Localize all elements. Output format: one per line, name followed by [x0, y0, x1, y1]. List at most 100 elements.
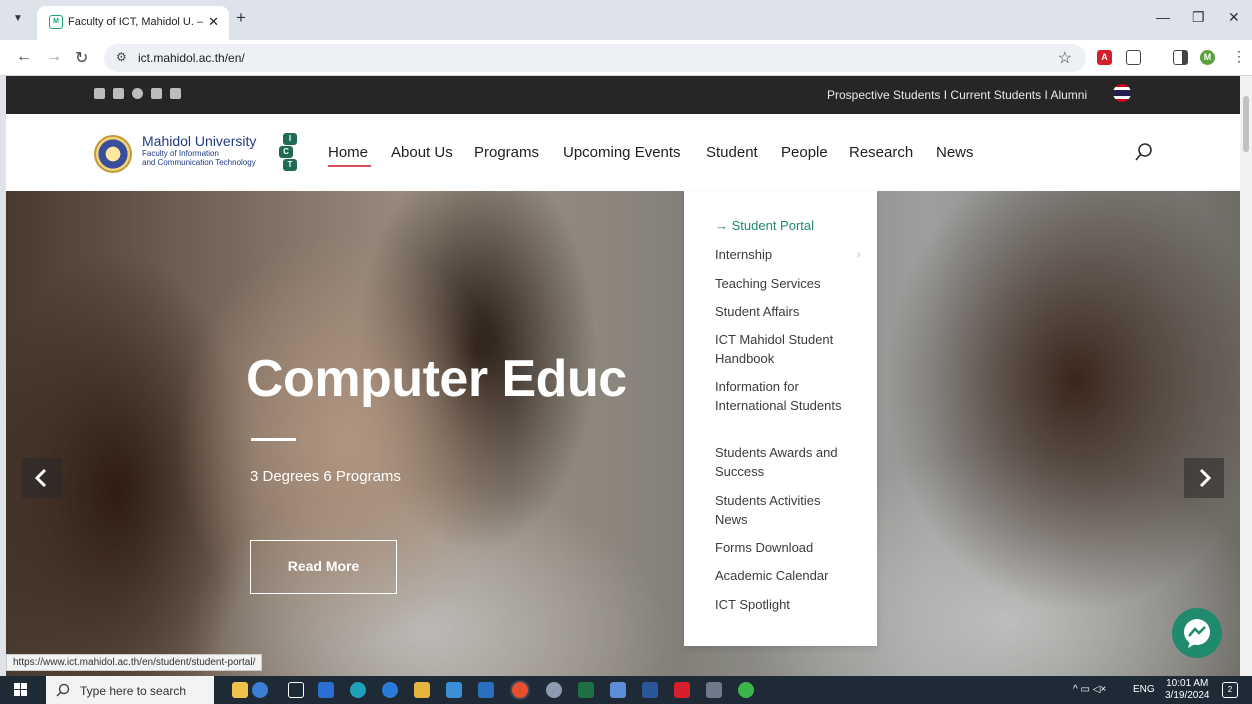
nav-home[interactable]: Home	[328, 144, 368, 161]
browser-toolbar: ← → ↻ ⚙ ict.mahidol.ac.th/en/ ☆ A M ⋮	[0, 40, 1252, 76]
menu-teaching-services[interactable]: Teaching Services	[715, 275, 855, 294]
menu-forms-download[interactable]: Forms Download	[715, 539, 855, 558]
ict-logo-icon[interactable]: ICT	[279, 133, 299, 171]
taskbar-clock[interactable]: 10:01 AM 3/19/2024	[1165, 678, 1210, 702]
bookmark-star-icon[interactable]: ☆	[1058, 48, 1072, 68]
tab-title: Faculty of ICT, Mahidol U. – ONE	[68, 16, 203, 28]
taskbar-search-icon	[56, 683, 70, 697]
mail-icon[interactable]	[478, 682, 494, 698]
taskbar-search-box[interactable]: Type here to search	[46, 676, 214, 704]
word-icon[interactable]	[642, 682, 658, 698]
menu-student-portal[interactable]: → Student Portal	[715, 217, 855, 236]
logo-university-name[interactable]: Mahidol University	[142, 133, 256, 149]
minimize-button[interactable]: —	[1156, 9, 1170, 25]
clock-time: 10:01 AM	[1166, 678, 1209, 689]
hero-subtitle: 3 Degrees 6 Programs	[250, 468, 401, 485]
store-icon[interactable]	[446, 682, 462, 698]
read-more-button[interactable]: Read More	[250, 540, 397, 594]
nav-people[interactable]: People	[781, 144, 828, 161]
hero-divider	[251, 438, 296, 441]
messenger-chat-icon[interactable]	[1172, 608, 1222, 658]
site-info-icon[interactable]: ⚙	[116, 50, 127, 64]
youtube-icon[interactable]	[151, 88, 162, 99]
windows-start-icon[interactable]	[14, 683, 28, 697]
notification-center-icon[interactable]: 2	[1222, 682, 1238, 698]
line-app-icon[interactable]	[738, 682, 754, 698]
browser-tab[interactable]: M Faculty of ICT, Mahidol U. – ONE ✕	[37, 6, 229, 40]
taskbar-search-placeholder: Type here to search	[80, 684, 187, 698]
menu-awards-success[interactable]: Students Awards and Success	[715, 444, 855, 481]
input-language[interactable]: ENG	[1133, 684, 1155, 695]
logo-faculty-line1: Faculty of Information	[142, 149, 219, 158]
chrome-icon[interactable]	[512, 682, 528, 698]
address-bar[interactable]: ⚙ ict.mahidol.ac.th/en/ ☆	[104, 44, 1086, 72]
pdf-extension-icon[interactable]: A	[1097, 50, 1112, 65]
side-panel-icon[interactable]	[1173, 50, 1188, 65]
close-window-button[interactable]: ✕	[1228, 9, 1240, 26]
facebook-icon[interactable]	[94, 88, 105, 99]
restore-button[interactable]: ❐	[1192, 9, 1205, 26]
hero-title: Computer Educ	[246, 350, 627, 408]
audience-links[interactable]: Prospective Students I Current Students …	[827, 88, 1087, 102]
calendar-app-icon[interactable]	[318, 682, 334, 698]
site-header: Mahidol University Faculty of Informatio…	[6, 114, 1240, 191]
nav-about-us[interactable]: About Us	[391, 144, 453, 161]
submenu-chevron-icon: ›	[857, 249, 861, 261]
browser-tab-strip: ▼ M Faculty of ICT, Mahidol U. – ONE ✕ +…	[0, 0, 1252, 40]
menu-international-students[interactable]: Information for International Students	[715, 378, 855, 415]
notepad-icon[interactable]	[610, 682, 626, 698]
university-seal-icon[interactable]	[94, 135, 132, 173]
reload-button[interactable]: ↻	[75, 48, 88, 68]
tab-search-button[interactable]: ▼	[8, 9, 28, 29]
nav-active-underline	[328, 165, 371, 167]
menu-student-affairs[interactable]: Student Affairs	[715, 303, 855, 322]
nav-upcoming-events[interactable]: Upcoming Events	[563, 144, 681, 161]
logo-faculty-line2: and Communication Technology	[142, 158, 256, 167]
back-button[interactable]: ←	[16, 48, 32, 66]
edge-icon[interactable]	[350, 682, 366, 698]
menu-activities-news[interactable]: Students Activities News	[715, 492, 855, 529]
url-text: ict.mahidol.ac.th/en/	[138, 51, 245, 65]
instagram-icon[interactable]	[132, 88, 143, 99]
nav-programs[interactable]: Programs	[474, 144, 539, 161]
menu-ict-spotlight[interactable]: ICT Spotlight	[715, 596, 855, 615]
tray-icons[interactable]: ^ ▭ ◁×	[1073, 684, 1106, 695]
profile-avatar[interactable]: M	[1200, 50, 1215, 65]
line-icon[interactable]	[170, 88, 181, 99]
task-view-icon[interactable]	[288, 682, 304, 698]
nav-news[interactable]: News	[936, 144, 974, 161]
link-status-bar: https://www.ict.mahidol.ac.th/en/student…	[6, 654, 263, 671]
snipping-tool-icon[interactable]	[546, 682, 562, 698]
twitter-icon[interactable]	[113, 88, 124, 99]
web-page: Prospective Students I Current Students …	[6, 76, 1240, 676]
internet-explorer-icon[interactable]	[382, 682, 398, 698]
cortana-icon[interactable]	[232, 682, 248, 698]
extensions-puzzle-icon[interactable]	[1126, 50, 1141, 65]
hero-image	[6, 191, 1240, 676]
menu-student-handbook[interactable]: ICT Mahidol Student Handbook	[715, 331, 855, 368]
slider-prev-button[interactable]	[22, 458, 62, 498]
new-tab-button[interactable]: +	[236, 8, 246, 28]
menu-academic-calendar[interactable]: Academic Calendar	[715, 567, 855, 586]
page-scrollbar[interactable]	[1240, 76, 1252, 676]
site-favicon-icon: M	[49, 15, 63, 29]
windows-taskbar: Type here to search ^ ▭ ◁× ENG 10:01 AM …	[0, 676, 1252, 704]
person-app-icon[interactable]	[252, 682, 268, 698]
close-tab-icon[interactable]: ✕	[208, 14, 219, 30]
slider-next-button[interactable]	[1184, 458, 1224, 498]
file-explorer-icon[interactable]	[414, 682, 430, 698]
student-dropdown-menu: → Student Portal Internship › Teaching S…	[684, 191, 877, 646]
forward-button[interactable]: →	[46, 48, 62, 66]
clock-date: 3/19/2024	[1165, 690, 1210, 701]
nav-research[interactable]: Research	[849, 144, 913, 161]
search-icon[interactable]	[1134, 142, 1154, 162]
thai-flag-icon[interactable]	[1113, 84, 1131, 102]
menu-internship[interactable]: Internship	[715, 246, 855, 265]
excel-icon[interactable]	[578, 682, 594, 698]
calculator-icon[interactable]	[706, 682, 722, 698]
nav-student[interactable]: Student	[706, 144, 758, 161]
acrobat-icon[interactable]	[674, 682, 690, 698]
top-bar: Prospective Students I Current Students …	[6, 76, 1240, 114]
scrollbar-thumb[interactable]	[1243, 96, 1249, 152]
chrome-menu-icon[interactable]: ⋮	[1232, 48, 1246, 65]
